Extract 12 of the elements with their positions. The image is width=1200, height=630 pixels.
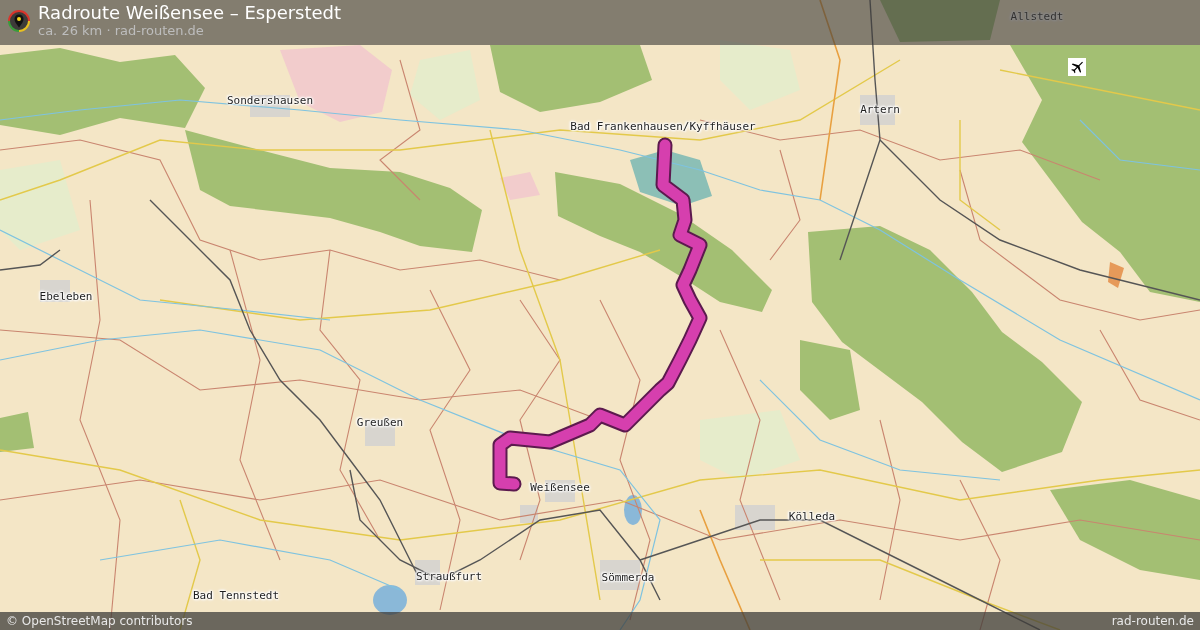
place-label: Greußen [356,416,404,430]
route-title: Radroute Weißensee – Esperstedt [38,2,342,23]
attribution-text: © OpenStreetMap contributors [6,613,193,630]
place-label: Sondershausen [226,94,314,108]
place-label: Bad Tennstedt [192,589,280,603]
airplane-icon [1068,58,1086,76]
site-name: rad-routen.de [1111,613,1194,630]
place-label: Ebeleben [39,290,93,304]
place-label: Bad Frankenhausen/Kyffhäuser [570,120,756,134]
route-subtitle: ca. 26 km · rad-routen.de [38,23,205,38]
map-pin-icon [8,10,30,32]
place-label: Allstedt [1010,10,1064,24]
